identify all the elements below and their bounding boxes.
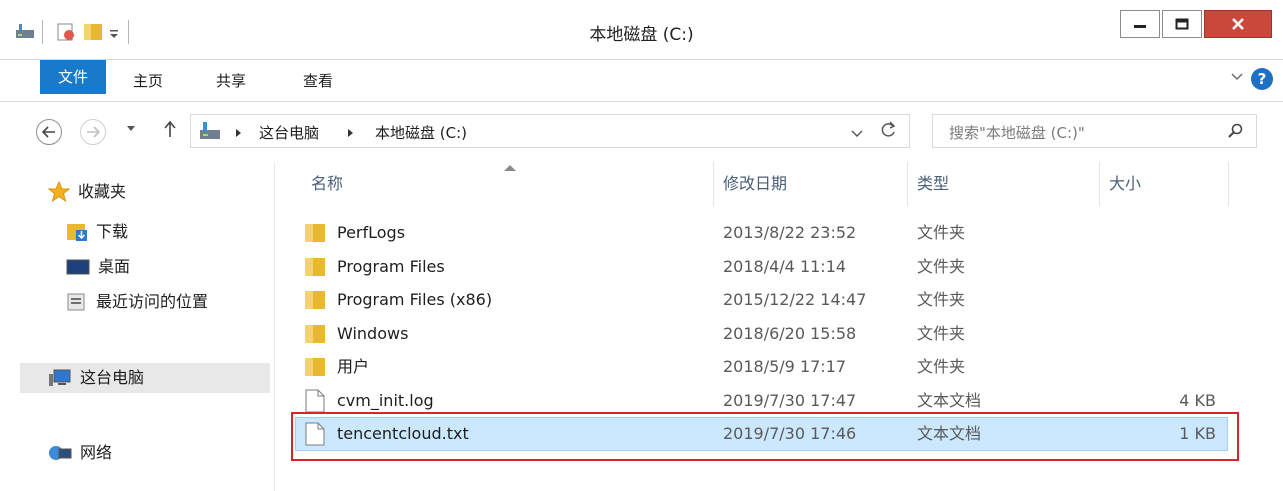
nav-item-network[interactable]: 网络 (48, 438, 112, 468)
navigation-bar: 这台电脑 本地磁盘 (C:) 搜索"本地磁盘 (C:)" (0, 102, 1283, 162)
nav-favorites-label: 收藏夹 (78, 182, 127, 201)
recent-places-icon (67, 293, 85, 311)
column-header-label: 类型 (917, 174, 950, 193)
nav-item-desktop[interactable]: 桌面 (66, 252, 130, 282)
column-header-modified[interactable]: 修改日期 (715, 162, 907, 206)
column-divider[interactable] (1099, 162, 1100, 206)
folder-icon (304, 357, 326, 381)
window-title: 本地磁盘 (C:) (589, 25, 694, 45)
column-header-label: 大小 (1109, 174, 1142, 193)
file-type: 文件夹 (917, 257, 966, 276)
nav-item-label: 这台电脑 (80, 368, 145, 387)
ribbon-controls: ? (1203, 68, 1283, 96)
navigation-pane: 收藏夹 下载 桌面 最近访问的位置 这台电脑 网络 (0, 162, 275, 491)
nav-item-recent-places[interactable]: 最近访问的位置 (66, 287, 208, 317)
ribbon: 文件 主页 共享 查看 ? (0, 60, 1283, 102)
file-type: 文件夹 (917, 357, 966, 376)
column-divider[interactable] (1228, 162, 1229, 206)
nav-item-label: 网络 (80, 443, 113, 462)
column-header-size[interactable]: 大小 (1101, 162, 1227, 206)
column-header-label: 修改日期 (723, 174, 788, 193)
column-header-type[interactable]: 类型 (909, 162, 1099, 206)
file-row[interactable]: Windows 2018/6/20 15:58 文件夹 (295, 317, 1228, 351)
refresh-icon[interactable] (881, 121, 897, 143)
minimize-icon (1134, 25, 1146, 28)
nav-item-label: 下载 (96, 222, 129, 241)
file-type: 文件夹 (917, 223, 966, 242)
desktop-icon (66, 259, 90, 275)
search-placeholder[interactable]: 搜索"本地磁盘 (C:)" (949, 122, 1085, 143)
file-name: Windows (337, 324, 409, 343)
file-row[interactable]: 用户 2018/5/9 17:17 文件夹 (295, 350, 1228, 384)
help-icon[interactable]: ? (1251, 68, 1273, 90)
file-name: Program Files (x86) (337, 290, 493, 309)
file-modified: 2018/5/9 17:17 (723, 357, 847, 376)
breadcrumb-chevron-icon[interactable] (235, 124, 243, 142)
breadcrumb-chevron-icon[interactable] (347, 124, 355, 142)
file-modified: 2018/6/20 15:58 (723, 324, 857, 343)
search-icon[interactable] (1228, 123, 1244, 143)
back-button[interactable] (36, 119, 62, 145)
folder-icon (304, 290, 326, 314)
file-type: 文件夹 (917, 324, 966, 343)
file-modified: 2018/4/4 11:14 (723, 257, 847, 276)
file-row[interactable]: Program Files (x86) 2015/12/22 14:47 文件夹 (295, 283, 1228, 317)
breadcrumb-local-disk[interactable]: 本地磁盘 (C:) (375, 122, 467, 143)
downloads-folder-icon (67, 224, 87, 241)
tab-share[interactable]: 共享 (205, 60, 257, 102)
file-name: 用户 (337, 357, 370, 376)
address-dropdown-icon[interactable] (851, 126, 863, 142)
file-name: Program Files (337, 257, 445, 276)
back-arrow-icon (42, 126, 55, 138)
tab-file[interactable]: 文件 (40, 60, 106, 94)
forward-arrow-icon (87, 126, 100, 138)
tab-view[interactable]: 查看 (292, 60, 344, 102)
nav-item-this-pc[interactable]: 这台电脑 (20, 363, 270, 393)
file-row[interactable]: PerfLogs 2013/8/22 23:52 文件夹 (295, 216, 1228, 250)
folder-icon (304, 257, 326, 281)
this-pc-icon (199, 120, 223, 146)
folder-icon (304, 324, 326, 348)
close-button[interactable] (1204, 10, 1272, 38)
column-divider[interactable] (713, 162, 714, 206)
file-row[interactable]: Program Files 2018/4/4 11:14 文件夹 (295, 250, 1228, 284)
breadcrumb-this-pc[interactable]: 这台电脑 (259, 122, 319, 143)
computer-icon (49, 369, 71, 386)
nav-item-label: 最近访问的位置 (96, 292, 209, 311)
annotation-highlight-box (291, 412, 1239, 461)
forward-button[interactable] (80, 119, 106, 145)
column-header-label: 名称 (311, 174, 344, 193)
column-header-name[interactable]: 名称 (295, 162, 713, 206)
close-icon (1232, 18, 1244, 30)
title-bar: 本地磁盘 (C:) (0, 0, 1283, 60)
search-box[interactable]: 搜索"本地磁盘 (C:)" (932, 114, 1257, 148)
expand-ribbon-icon[interactable] (1231, 70, 1243, 85)
address-bar[interactable]: 这台电脑 本地磁盘 (C:) (190, 114, 910, 148)
file-modified: 2015/12/22 14:47 (723, 290, 867, 309)
maximize-button[interactable] (1162, 10, 1202, 38)
minimize-button[interactable] (1120, 10, 1160, 38)
recent-locations-icon[interactable] (126, 122, 136, 136)
maximize-icon (1175, 18, 1189, 30)
star-icon (48, 181, 70, 203)
file-modified: 2013/8/22 23:52 (723, 223, 857, 242)
file-type: 文件夹 (917, 290, 966, 309)
up-arrow-icon[interactable] (163, 120, 177, 141)
nav-item-downloads[interactable]: 下载 (66, 217, 128, 247)
folder-icon (304, 223, 326, 247)
nav-item-label: 桌面 (98, 257, 131, 276)
file-name: PerfLogs (337, 223, 406, 242)
tab-home[interactable]: 主页 (122, 60, 174, 102)
nav-favorites[interactable]: 收藏夹 (48, 177, 126, 207)
column-divider[interactable] (907, 162, 908, 206)
network-icon (49, 446, 72, 460)
